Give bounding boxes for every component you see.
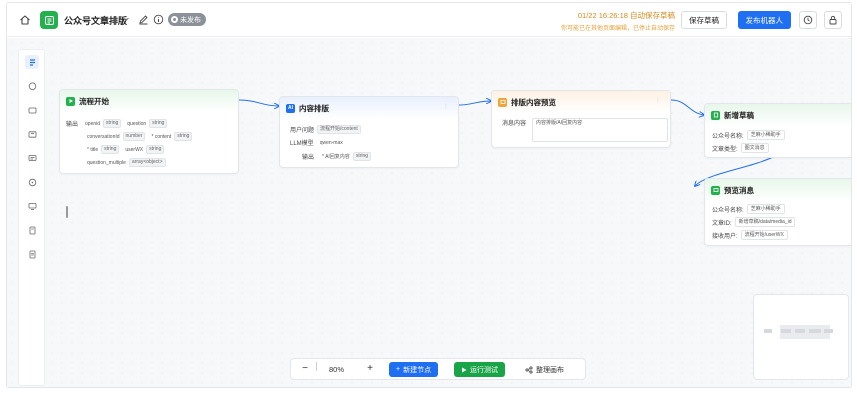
node-content-layout[interactable]: AI 内容排版 ⋮ 用户问题 流程开始/content LLM模型 qwen-m…: [279, 96, 459, 168]
field-name: userWX: [125, 146, 144, 153]
start-node-icon: [66, 96, 75, 106]
minimap-node: [809, 329, 821, 333]
minimap-node: [795, 329, 805, 333]
node-start-header: 流程开始: [60, 90, 238, 112]
node-preview-title: 排版内容预览: [511, 97, 556, 107]
more-icon[interactable]: ⋮: [655, 97, 661, 104]
node-draft-header: 新增草稿: [705, 104, 851, 126]
content-question-row: 用户问题 流程开始/content: [290, 125, 361, 134]
output-label: 输出: [302, 155, 315, 161]
tidy-canvas-button[interactable]: 整理画布: [520, 362, 569, 377]
field-type-tag: string: [101, 145, 120, 154]
node-preview-message[interactable]: 预览消息 公众号名称: 芝麻小稀助手 文章ID: 新增草稿/data/media…: [704, 178, 851, 246]
minimap-node: [764, 329, 772, 333]
field-type-tag: array<object>: [128, 158, 166, 167]
field-name: * content: [151, 133, 172, 140]
question-label: 用户问题: [290, 128, 315, 134]
account-label: 公众号名称:: [712, 133, 744, 140]
type-value: 图文消息: [740, 143, 769, 153]
draft-node-icon: [711, 110, 720, 120]
preview-msg-account-row: 公众号名称: 芝麻小稀助手: [712, 204, 785, 214]
plus-icon: +: [396, 366, 401, 373]
output-type-tag: string: [352, 152, 372, 161]
zoom-divider: [316, 362, 317, 371]
start-output-row-4: question_multiple array<object>: [87, 158, 166, 167]
app-window: 公众号文章排版 未发布 01/22 16:26:18 自动保存草稿 你可能已在其…: [6, 2, 852, 388]
minimap[interactable]: [753, 294, 849, 380]
zoom-in-button[interactable]: +: [364, 363, 376, 375]
node-draft-title: 新增草稿: [724, 110, 754, 120]
start-output-label: 输出: [66, 122, 79, 128]
account-value: 芝麻小稀助手: [746, 204, 785, 214]
node-content-header: AI 内容排版: [280, 97, 458, 119]
tidy-icon: [525, 365, 533, 374]
model-label: LLM模型: [290, 141, 314, 147]
node-start[interactable]: 流程开始 输出 openid string question string co…: [59, 89, 239, 174]
draft-type-row: 文章类型: 图文消息: [712, 143, 769, 153]
edge-content-to-preview: [458, 101, 491, 106]
play-icon: [462, 367, 467, 372]
add-node-button[interactable]: + 新建节点: [389, 362, 439, 377]
edge-preview-to-draft: [670, 99, 704, 115]
field-type-tag: string: [146, 145, 165, 154]
content-model-row: LLM模型 qwen-max: [290, 138, 343, 148]
add-node-label: 新建节点: [403, 366, 432, 374]
node-content-title: 内容排版: [299, 103, 329, 113]
preview-msg-article-row: 文章ID: 新增草稿/data/media_id: [712, 217, 796, 227]
field-type-tag: number: [122, 132, 146, 141]
preview-message-node-icon: [711, 185, 720, 195]
edge-start-to-content: [238, 99, 279, 106]
field-name: openid: [85, 120, 101, 127]
start-output-row-3: * title string userWX string: [87, 145, 165, 154]
start-output-row-1: 输出 openid string question string: [66, 119, 168, 128]
start-output-row-2: conversationId number * content string: [87, 132, 193, 141]
field-name: question_multiple: [87, 159, 126, 166]
node-preview-header: 排版内容预览: [492, 91, 670, 113]
zoom-level[interactable]: 80%: [329, 365, 344, 374]
preview-node-icon: [498, 97, 507, 107]
content-output-row: 输出 * AI回复内容 string: [302, 152, 372, 161]
field-type-tag: string: [103, 119, 122, 128]
type-label: 文章类型:: [712, 146, 738, 153]
tidy-canvas-label: 整理画布: [536, 366, 564, 374]
field-type-tag: string: [149, 119, 168, 128]
draft-account-row: 公众号名称: 芝麻小稀助手: [712, 130, 785, 140]
more-icon[interactable]: ⋮: [443, 103, 449, 110]
node-add-draft[interactable]: 新增草稿 公众号名称: 芝麻小稀助手 文章类型: 图文消息: [704, 103, 851, 158]
user-value: 流程开始/userWX: [740, 230, 788, 240]
field-name: * title: [87, 146, 99, 153]
minimap-node: [781, 329, 791, 333]
field-type-tag: string: [174, 132, 193, 141]
article-value: 新增草稿/data/media_id: [734, 217, 796, 227]
node-preview-msg-title: 预览消息: [724, 185, 754, 195]
field-name: conversationId: [87, 133, 120, 140]
node-preview-msg-header: 预览消息: [705, 179, 851, 201]
model-value: qwen-max: [319, 139, 343, 146]
account-label: 公众号名称:: [712, 207, 744, 214]
question-value: 流程开始/content: [317, 125, 361, 134]
node-start-title: 流程开始: [79, 96, 109, 106]
ai-node-icon: AI: [286, 103, 295, 113]
run-test-button[interactable]: 运行测试: [454, 362, 505, 377]
preview-message-row: 消息内容 内容排版/AI回复内容: [502, 118, 669, 142]
field-name: question: [127, 120, 147, 127]
node-layout-preview[interactable]: 排版内容预览 ⋮ 消息内容 内容排版/AI回复内容: [491, 90, 671, 148]
minimap-node: [824, 329, 833, 333]
account-value: 芝麻小稀助手: [746, 130, 785, 140]
canvas-controls: − 80% + + 新建节点 运行测试 整理画布: [290, 358, 586, 380]
preview-msg-user-row: 接收用户: 流程开始/userWX: [712, 230, 788, 240]
message-value-box[interactable]: 内容排版/AI回复内容: [532, 118, 669, 142]
zoom-out-button[interactable]: −: [299, 363, 311, 375]
output-name: * AI回复内容: [322, 154, 350, 160]
run-test-label: 运行测试: [470, 366, 498, 374]
article-label: 文章ID:: [712, 220, 732, 227]
message-label: 消息内容: [502, 121, 527, 127]
user-label: 接收用户:: [712, 233, 738, 240]
